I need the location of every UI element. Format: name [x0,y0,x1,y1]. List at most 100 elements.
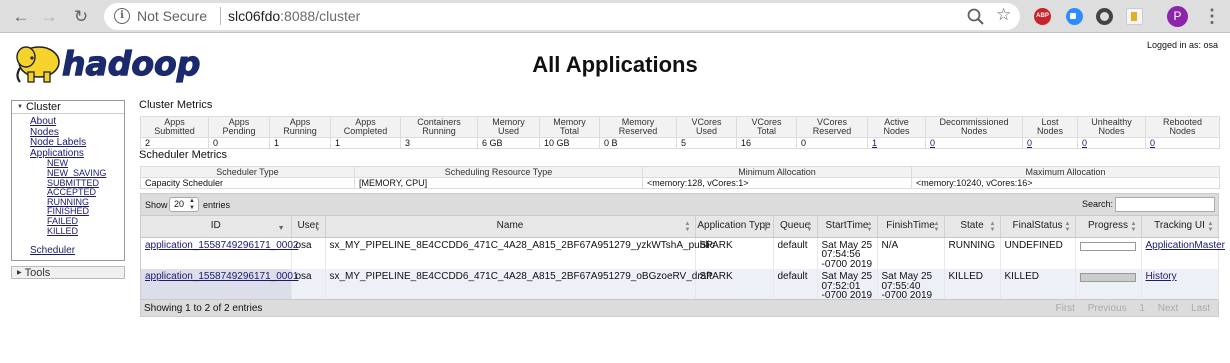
metric-value-link[interactable]: 0 [1082,138,1087,148]
metric-header-line: Nodes [1036,126,1063,136]
progress-bar [1079,241,1136,251]
metric-header-line: Submitted [154,126,195,136]
metric-value: 0 [1022,137,1078,149]
url-host: slc06fdo [228,8,281,24]
applications-header-row: ID ▼ User ▲ ▼ Name ▲ ▼ Application Type ▲ ▼ Que… [141,216,1219,238]
sort-icon: ▲ ▼ [1064,221,1071,233]
column-header-progress[interactable]: Progress ▲ ▼ [1075,216,1142,238]
metric-header: Memory Used [477,116,540,138]
metric-header-line: Total [559,126,579,136]
profile-avatar[interactable]: P [1167,6,1188,27]
metric-value-link[interactable]: 0 [1027,138,1032,148]
pager-page-1-button[interactable]: 1 [1139,303,1145,314]
expand-triangle-icon: ▶ [17,270,22,276]
applications-table: ID ▼ User ▲ ▼ Name ▲ ▼ Application Type ▲ ▼ Que… [141,216,1225,301]
progress-cell [1075,237,1142,269]
finish-time-cell: Sat May 25 07:55:40 -0700 2019 [877,269,945,301]
resource-type-value: [MEMORY, CPU] [354,177,643,189]
url-text[interactable]: slc06fdo:8088/cluster [228,8,360,24]
app-id-cell: application_1558749296171_0002 [141,237,298,269]
column-header-name[interactable]: Name ▲ ▼ [325,216,696,238]
metric-value-link[interactable]: 0 [1150,138,1155,148]
back-icon[interactable]: ← [10,6,32,28]
user-cell: osa [291,269,326,301]
reload-icon[interactable]: ↻ [70,6,92,28]
nav-link-applications[interactable]: Applications [30,148,106,160]
sort-icon: ▲ ▼ [866,221,873,233]
pager-next-button[interactable]: Next [1158,303,1179,314]
tracking-ui-link[interactable]: ApplicationMaster [1146,240,1225,251]
datatable-toolbar: Show 20 ▲ ▼ entries Search: [141,194,1218,216]
tools-nav-label: Tools [24,267,51,279]
app-id-link[interactable]: application_1558749296171_0002 [145,240,298,251]
zoom-icon[interactable] [966,7,986,27]
metric-header-line: Pending [222,126,256,136]
tracking-ui-link[interactable]: History [1146,271,1177,282]
search-input[interactable] [1115,197,1215,212]
start-zone: -0700 2019 [821,258,873,270]
state-cell: KILLED [944,269,1001,301]
cluster-nav-header[interactable]: ▼ Cluster [12,101,124,114]
metric-header: Apps Pending [208,116,270,138]
max-allocation-header: Maximum Allocation [911,166,1220,178]
column-header-state-label: State [960,220,984,232]
metric-header: Containers Running [400,116,478,138]
column-header-starttime[interactable]: StartTime ▲ ▼ [817,216,878,238]
tracking-ui-cell: ApplicationMaster [1141,237,1225,269]
metric-value: 16 [736,137,797,149]
app-id-link[interactable]: application_1558749296171_0001 [145,271,298,282]
nav-link-state-killed[interactable]: KILLED [47,226,106,237]
column-header-application-type[interactable]: Application Type ▲ ▼ [695,216,774,238]
column-header-id[interactable]: ID ▼ [141,216,292,238]
metric-header: Memory Reserved [599,116,677,138]
state-cell: RUNNING [944,237,1001,269]
pager-previous-button[interactable]: Previous [1088,303,1127,314]
column-header-tracking-ui[interactable]: Tracking UI ▲ ▼ [1141,216,1219,238]
zoom-extension-icon[interactable] [1066,8,1083,25]
column-header-finishtime[interactable]: FinishTime ▲ ▼ [877,216,945,238]
column-header-type-label: Application Type [697,220,771,232]
metric-header: Active Nodes [867,116,926,138]
metric-value-link[interactable]: 0 [930,138,935,148]
column-header-finalstatus-label: FinalStatus [1012,220,1063,232]
column-header-finalstatus[interactable]: FinalStatus ▲ ▼ [1000,216,1076,238]
url-separator [220,7,221,25]
nav-link-scheduler[interactable]: Scheduler [30,245,75,256]
column-header-progress-label: Progress [1087,220,1128,232]
metric-value: 0 [925,137,1023,149]
app-name-cell: sx_MY_PIPELINE_8E4CCDD6_471C_4A28_A815_2… [325,269,712,301]
pager-first-button[interactable]: First [1055,303,1074,314]
cluster-nav-links: About Nodes Node Labels Applications NEW… [30,116,106,237]
table-row: application_1558749296171_0001 osa sx_MY… [141,269,1219,301]
metric-value-link[interactable]: 1 [872,138,877,148]
column-header-id-label: ID [210,220,221,232]
bookmark-star-icon[interactable]: ☆ [996,5,1011,25]
column-header-state[interactable]: State ▲ ▼ [944,216,1001,238]
metric-header-line: Reserved [618,126,658,136]
metric-value: 2 [140,137,209,149]
pager-last-button[interactable]: Last [1191,303,1210,314]
tools-nav-header[interactable]: ▶ Tools [11,266,125,279]
column-header-tracking-label: Tracking UI [1154,220,1205,232]
column-header-user[interactable]: User ▲ ▼ [291,216,326,238]
entries-per-page-select[interactable]: 20 ▲ ▼ [169,197,199,212]
metric-header-line: Completed [343,126,388,136]
note-extension-icon[interactable] [1126,8,1143,25]
circle-extension-icon[interactable] [1096,8,1113,25]
progress-cell [1075,269,1142,301]
metric-header: Unhealthy Nodes [1077,116,1146,138]
queue-cell: default [773,237,818,269]
page-title: All Applications [532,52,698,77]
scheduler-metrics-value-row: Capacity Scheduler [MEMORY, CPU] <memory… [140,177,1220,189]
nav-link-about[interactable]: About [30,116,106,128]
adblock-extension-icon[interactable]: ABP [1034,8,1051,25]
info-icon[interactable]: i [114,8,130,24]
logged-in-user: Logged in as: osa [1146,40,1218,50]
app-type-cell: SPARK [695,269,774,301]
column-header-queue[interactable]: Queue ▲ ▼ [773,216,818,238]
more-menu-icon[interactable]: ⋮ [1203,5,1221,27]
forward-icon[interactable]: → [38,6,60,28]
address-bar[interactable]: i Not Secure slc06fdo:8088/cluster ☆ [104,3,1020,30]
final-status-cell: UNDEFINED [1000,237,1076,269]
cluster-metrics-table: Apps Submitted Apps Pending Apps Running Apps C… [140,116,1220,149]
